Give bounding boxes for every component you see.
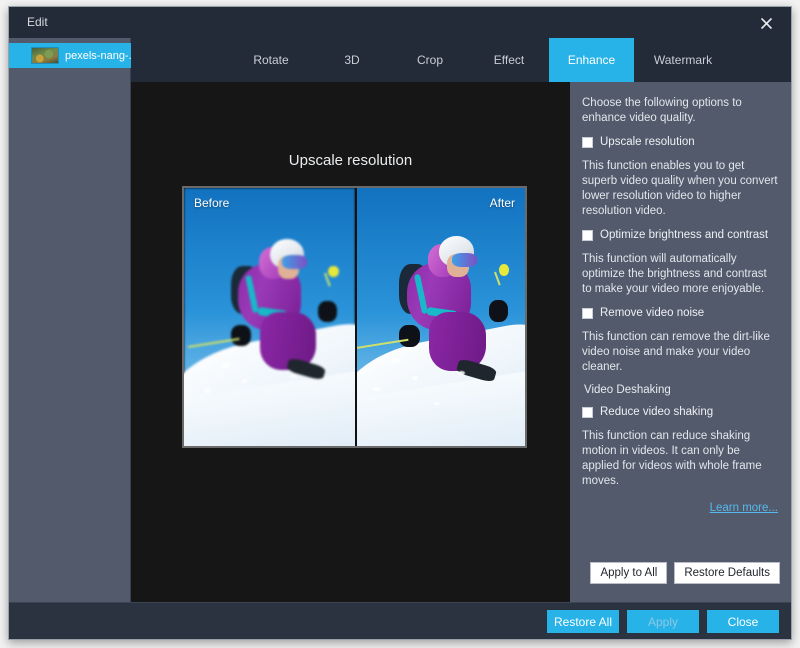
title-bar: Edit (9, 7, 791, 38)
tab-watermark[interactable]: Watermark (634, 38, 732, 82)
tab-effect[interactable]: Effect (471, 38, 547, 82)
tab-crop[interactable]: Crop (392, 38, 468, 82)
apply-button[interactable]: Apply (627, 610, 699, 633)
sidebar-item-clip[interactable]: pexels-nang-... (9, 43, 131, 68)
panel-button-group: Apply to All Restore Defaults (590, 562, 780, 584)
learn-more-row: Learn more... (582, 498, 778, 516)
description-optimize-brightness-contrast: This function will automatically optimiz… (582, 253, 767, 295)
skier-image-before (184, 188, 355, 446)
sidebar-item-label: pexels-nang-... (65, 49, 131, 62)
options-intro: Choose the following options to enhance … (582, 97, 742, 124)
checkbox-label: Remove video noise (600, 307, 705, 319)
checkbox-label: Reduce video shaking (600, 406, 714, 418)
tab-3d[interactable]: 3D (316, 38, 388, 82)
checkbox-label: Upscale resolution (600, 136, 695, 148)
after-label: After (489, 196, 515, 210)
footer-button-group: Restore All Apply Close (547, 610, 779, 633)
learn-more-link[interactable]: Learn more... (710, 502, 778, 514)
checkbox-upscale-resolution[interactable]: Upscale resolution (582, 135, 778, 149)
description-upscale-resolution: This function enables you to get superb … (582, 160, 778, 217)
apply-to-all-button[interactable]: Apply to All (590, 562, 668, 584)
checkbox-label: Optimize brightness and contrast (600, 229, 769, 241)
checkbox-box-icon[interactable] (582, 137, 593, 148)
tab-bar: Rotate 3D Crop Effect Enhance Watermark (131, 38, 791, 82)
checkbox-optimize-brightness-contrast[interactable]: Optimize brightness and contrast (582, 228, 778, 242)
window-title: Edit (27, 15, 48, 29)
footer-bar: Restore All Apply Close (9, 602, 791, 639)
tab-enhance[interactable]: Enhance (549, 38, 634, 82)
checkbox-reduce-video-shaking[interactable]: Reduce video shaking (582, 405, 778, 419)
skier-image-after (356, 188, 525, 446)
checkbox-box-icon[interactable] (582, 407, 593, 418)
enhance-options-panel: Choose the following options to enhance … (570, 82, 791, 604)
preview-after: After (354, 188, 525, 446)
description-remove-video-noise: This function can remove the dirt-like v… (582, 331, 770, 373)
preview-stage: Upscale resolution Before After (131, 82, 570, 604)
description-reduce-video-shaking: This function can reduce shaking motion … (582, 430, 762, 487)
before-label: Before (194, 196, 230, 210)
video-thumbnail-icon (31, 47, 59, 64)
clip-list-sidebar: pexels-nang-... (9, 38, 131, 604)
edit-window: Edit pexels-nang-... Rotate 3D Crop Effe… (8, 6, 792, 640)
preview-before: Before (184, 188, 355, 446)
close-icon[interactable] (749, 9, 783, 37)
tab-rotate[interactable]: Rotate (231, 38, 311, 82)
checkbox-remove-video-noise[interactable]: Remove video noise (582, 306, 778, 320)
close-button[interactable]: Close (707, 610, 779, 633)
section-title-video-deshaking: Video Deshaking (584, 384, 671, 396)
checkbox-box-icon[interactable] (582, 308, 593, 319)
restore-defaults-button[interactable]: Restore Defaults (674, 562, 780, 584)
checkbox-box-icon[interactable] (582, 230, 593, 241)
preview-title: Upscale resolution (288, 152, 413, 169)
restore-all-button[interactable]: Restore All (547, 610, 619, 633)
before-after-preview: Before After (182, 186, 527, 448)
